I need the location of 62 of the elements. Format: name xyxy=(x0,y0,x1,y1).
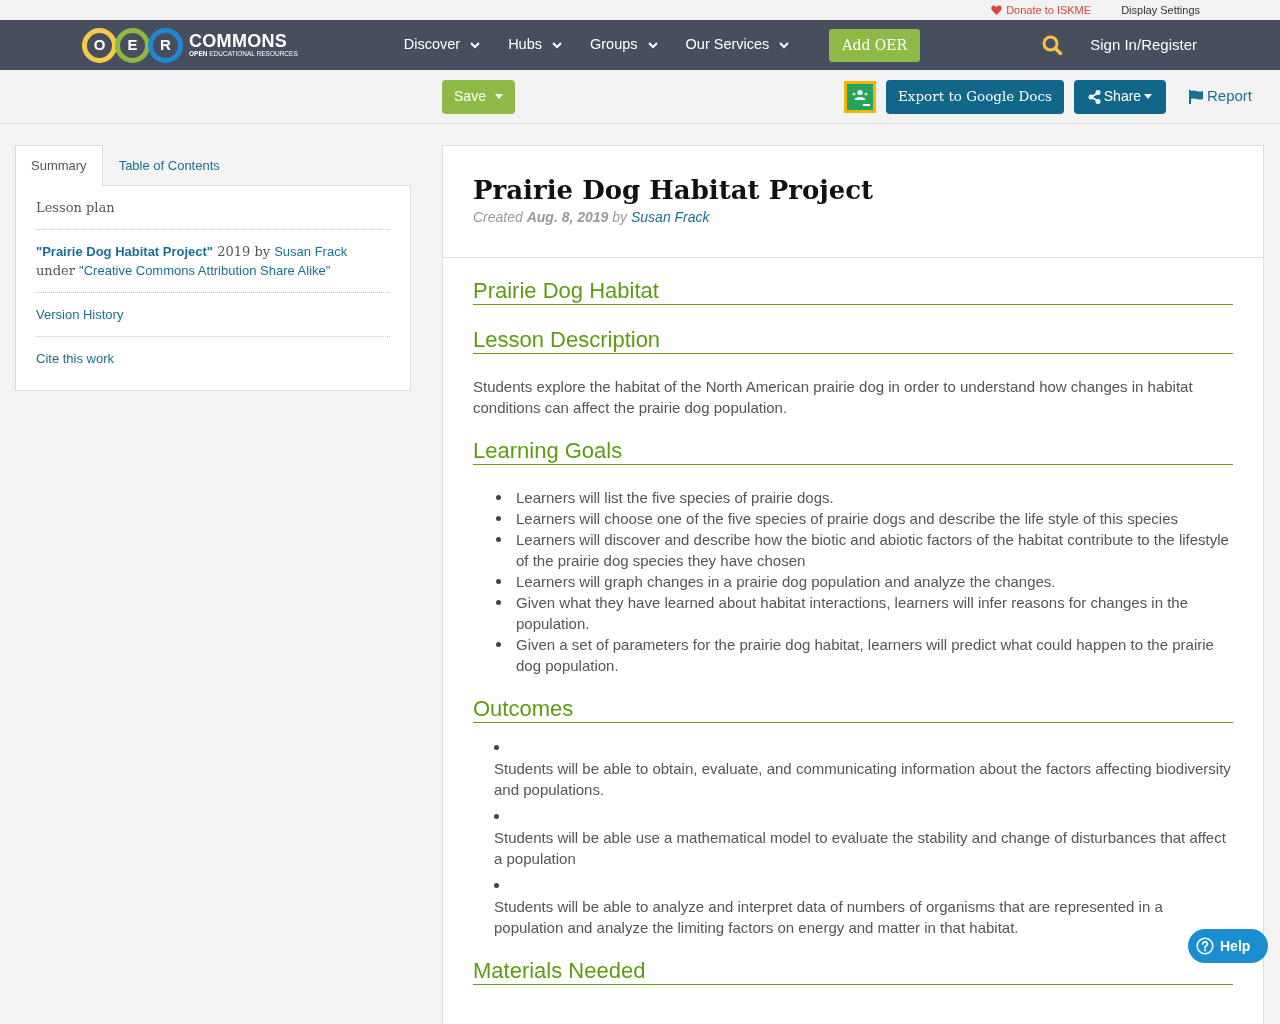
section-heading: Lesson Description xyxy=(473,327,1233,354)
section-heading: Prairie Dog Habitat xyxy=(473,278,1233,305)
created-byline: Created Aug. 8, 2019 by Susan Frack xyxy=(473,208,711,227)
nav-menu-item[interactable]: Groups xyxy=(590,34,658,56)
help-icon xyxy=(1196,937,1214,955)
bullet-icon xyxy=(496,642,501,647)
list-item-text: Given what they have learned about habitat interactions, learners will infer reasons for changes in the population. xyxy=(516,594,1189,632)
logo-letter-ring: R xyxy=(148,27,183,63)
list-item-text: Learners will graph changes in a prairie dog population and analyze the changes. xyxy=(516,573,1056,590)
author-link[interactable]: Susan Frack xyxy=(631,209,710,225)
nav-menu-item[interactable]: Discover xyxy=(403,34,481,56)
bullet-icon xyxy=(496,579,501,584)
report-link[interactable]: Report xyxy=(1188,85,1252,108)
caret-down-icon xyxy=(1144,94,1153,99)
sign-in-link[interactable]: Sign In/Register xyxy=(1090,33,1197,57)
bullet-icon xyxy=(496,516,501,521)
logo-letter-ring: O xyxy=(82,27,117,63)
sidebar-link[interactable]: Version History xyxy=(36,306,124,322)
material-type-label: Lesson plan xyxy=(36,199,115,215)
chevron-down-icon xyxy=(647,41,658,49)
list-item-text: Learners will list the five species of prairie dogs. xyxy=(516,489,834,506)
chevron-down-icon xyxy=(779,41,790,49)
attribution-text: "Prairie Dog Habitat Project" 2019 by Susan Frack under "Creative Commons Attribution Share Alike" xyxy=(36,242,349,280)
nav-menu-item[interactable]: Hubs xyxy=(508,34,562,56)
list-item-text: Students will be able to obtain, evaluate, and communicating information about the factors affecting biodiversity and populations. xyxy=(494,760,1231,798)
heart-icon xyxy=(991,5,1003,15)
section-heading: Learning Goals xyxy=(473,438,1233,465)
list-item-text: Given a set of parameters for the prairie dog habitat, learners will predict what could happen to the prairie dog population. xyxy=(516,636,1214,674)
section-heading: Outcomes xyxy=(473,696,1233,723)
help-button[interactable]: Help xyxy=(1188,929,1268,963)
list-item-text: Learners will discover and describe how the biotic and abiotic factors of the habitat contribute to the lifestyle of the prairie dog species they have chosen xyxy=(516,531,1229,569)
sidebar-tab[interactable]: Table of Contents xyxy=(102,145,236,186)
display-settings-link[interactable]: Display Settings xyxy=(1121,1,1200,19)
share-icon xyxy=(1087,89,1101,104)
sidebar-tab[interactable]: Summary xyxy=(15,145,103,186)
paragraph-text: Students explore the habitat of the North American prairie dog in order to understand how changes in habitat conditions can affect the prairie dog population. xyxy=(473,377,1194,418)
export-google-docs-button[interactable]: Export to Google Docs xyxy=(886,79,1064,114)
teacher-board-icon[interactable] xyxy=(844,80,876,113)
donate-link[interactable]: Donate to ISKME xyxy=(991,1,1092,19)
license-link[interactable]: "Creative Commons Attribution Share Alike" xyxy=(79,262,331,278)
sidebar-link[interactable]: Cite this work xyxy=(36,350,115,366)
list-item-text: Learners will choose one of the five species of prairie dogs and describe the life style of this species xyxy=(516,510,1179,527)
resource-title-link[interactable]: "Prairie Dog Habitat Project" xyxy=(36,243,214,259)
nav-menu-item[interactable]: Our Services xyxy=(685,34,790,56)
author-link[interactable]: Susan Frack xyxy=(274,243,348,259)
bullet-icon xyxy=(494,814,499,819)
chevron-down-icon xyxy=(552,41,562,49)
logo-letter-ring: E xyxy=(115,27,150,63)
chevron-down-icon xyxy=(470,41,481,49)
caret-down-icon xyxy=(494,94,503,99)
resource-title: Prairie Dog Habitat Project xyxy=(473,174,875,207)
bullet-icon xyxy=(496,600,501,605)
list-item-text: Students will be able to analyze and interpret data of numbers of organisms that are represented in a population and analyze the limiting factors on energy and matter in that habitat. xyxy=(494,898,1163,936)
logo-wordmark: COMMONS xyxy=(189,32,289,50)
list-item-text: Students will be able use a mathematical model to evaluate the stability and change of disturbances that affect a population xyxy=(494,829,1226,867)
bullet-icon xyxy=(494,745,499,750)
bullet-icon xyxy=(494,883,499,888)
search-icon[interactable] xyxy=(1042,35,1063,55)
bullet-icon xyxy=(496,495,501,500)
bullet-icon xyxy=(496,537,501,542)
share-dropdown-button[interactable]: Share xyxy=(1073,79,1166,114)
flag-icon xyxy=(1188,89,1203,104)
